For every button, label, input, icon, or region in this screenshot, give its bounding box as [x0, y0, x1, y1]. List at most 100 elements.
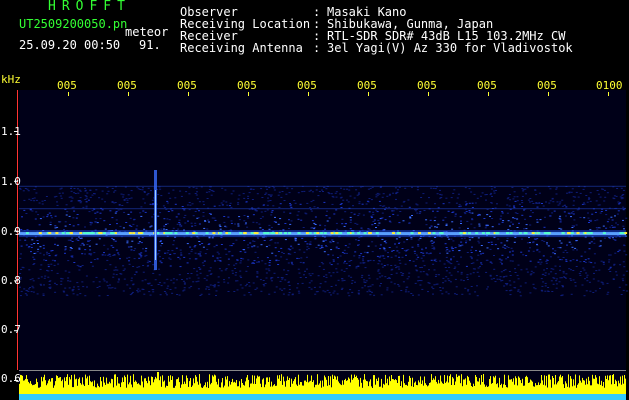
noise-pixel — [140, 255, 143, 257]
amplitude-bar — [139, 384, 140, 394]
noise-pixel — [465, 242, 467, 244]
noise-pixel — [347, 246, 350, 248]
noise-pixel — [599, 287, 601, 289]
amplitude-bar — [128, 384, 129, 394]
noise-pixel — [602, 263, 605, 265]
amplitude-bar — [166, 385, 167, 394]
noise-pixel — [288, 288, 291, 290]
amplitude-bar — [104, 382, 105, 394]
noise-pixel — [622, 289, 625, 291]
amplitude-bar — [353, 378, 354, 394]
noise-pixel — [368, 198, 371, 199]
noise-pixel — [538, 251, 541, 253]
amplitude-bar — [238, 386, 239, 394]
noise-pixel — [509, 225, 511, 227]
carrier-hotspot — [368, 232, 371, 235]
amplitude-bar — [271, 381, 272, 394]
noise-pixel — [447, 261, 450, 263]
amplitude-bar — [255, 384, 256, 394]
noise-pixel — [282, 293, 285, 295]
noise-pixel — [239, 251, 242, 253]
noise-pixel — [117, 281, 120, 283]
noise-pixel — [434, 276, 437, 277]
noise-pixel — [64, 248, 67, 250]
noise-pixel — [590, 241, 593, 243]
noise-pixel — [454, 278, 457, 280]
noise-pixel — [460, 220, 462, 222]
noise-pixel — [422, 260, 425, 262]
noise-pixel — [341, 251, 344, 253]
noise-pixel — [190, 273, 193, 274]
noise-pixel — [239, 275, 242, 277]
noise-pixel — [542, 281, 545, 283]
noise-pixel — [521, 202, 524, 204]
amplitude-bar — [592, 374, 593, 394]
x-tick-mark — [548, 92, 549, 96]
noise-pixel — [428, 282, 431, 284]
noise-pixel — [444, 243, 447, 245]
noise-pixel — [244, 285, 247, 287]
noise-pixel — [299, 203, 302, 205]
carrier-hotspot — [174, 232, 178, 235]
noise-pixel — [275, 260, 278, 262]
noise-pixel — [247, 259, 250, 261]
noise-pixel — [262, 284, 265, 285]
noise-pixel — [388, 278, 391, 279]
amplitude-bar — [264, 387, 265, 394]
noise-pixel — [152, 289, 155, 291]
noise-pixel — [199, 268, 202, 270]
amplitude-bar — [477, 381, 478, 394]
amplitude-bar — [506, 387, 507, 394]
noise-pixel — [142, 265, 145, 266]
noise-pixel — [405, 254, 407, 256]
noise-pixel — [335, 196, 338, 198]
noise-pixel — [622, 219, 624, 221]
amplitude-bar — [374, 375, 375, 394]
noise-pixel — [64, 221, 67, 223]
noise-pixel — [195, 194, 198, 196]
noise-pixel — [622, 225, 625, 227]
amplitude-bar — [239, 381, 240, 394]
noise-pixel — [206, 275, 209, 277]
amplitude-bar — [580, 380, 581, 394]
noise-pixel — [24, 293, 27, 295]
amplitude-bar — [296, 384, 297, 394]
noise-pixel — [508, 271, 511, 272]
noise-pixel — [570, 279, 573, 281]
noise-pixel — [616, 188, 619, 189]
noise-pixel — [516, 227, 519, 228]
noise-pixel — [326, 220, 329, 222]
noise-pixel — [112, 246, 115, 248]
noise-pixel — [265, 277, 268, 279]
amplitude-bar — [533, 386, 534, 394]
x-tick-label: 005 — [417, 79, 437, 92]
noise-pixel — [314, 216, 317, 218]
noise-pixel — [394, 264, 397, 266]
noise-pixel — [340, 207, 343, 208]
amplitude-bar — [218, 378, 219, 394]
noise-pixel — [22, 190, 25, 192]
noise-pixel — [382, 193, 385, 195]
noise-pixel — [96, 287, 99, 288]
noise-pixel — [33, 243, 36, 244]
noise-pixel — [133, 250, 136, 251]
noise-pixel — [622, 280, 625, 282]
amplitude-bar — [152, 377, 153, 394]
noise-pixel — [470, 258, 473, 260]
noise-pixel — [268, 262, 271, 264]
carrier-hotspot — [432, 232, 436, 235]
noise-pixel — [268, 264, 271, 266]
noise-pixel — [599, 240, 602, 242]
noise-pixel — [237, 198, 240, 200]
noise-pixel — [243, 215, 246, 216]
noise-pixel — [287, 294, 290, 296]
noise-pixel — [575, 191, 578, 193]
noise-pixel — [49, 224, 52, 226]
noise-pixel — [307, 248, 310, 250]
noise-pixel — [529, 224, 532, 226]
amplitude-bar — [467, 375, 468, 394]
noise-pixel — [622, 194, 625, 195]
carrier-hotspot — [85, 232, 89, 235]
amplitude-bar — [311, 375, 312, 394]
amplitude-bar — [318, 384, 319, 394]
